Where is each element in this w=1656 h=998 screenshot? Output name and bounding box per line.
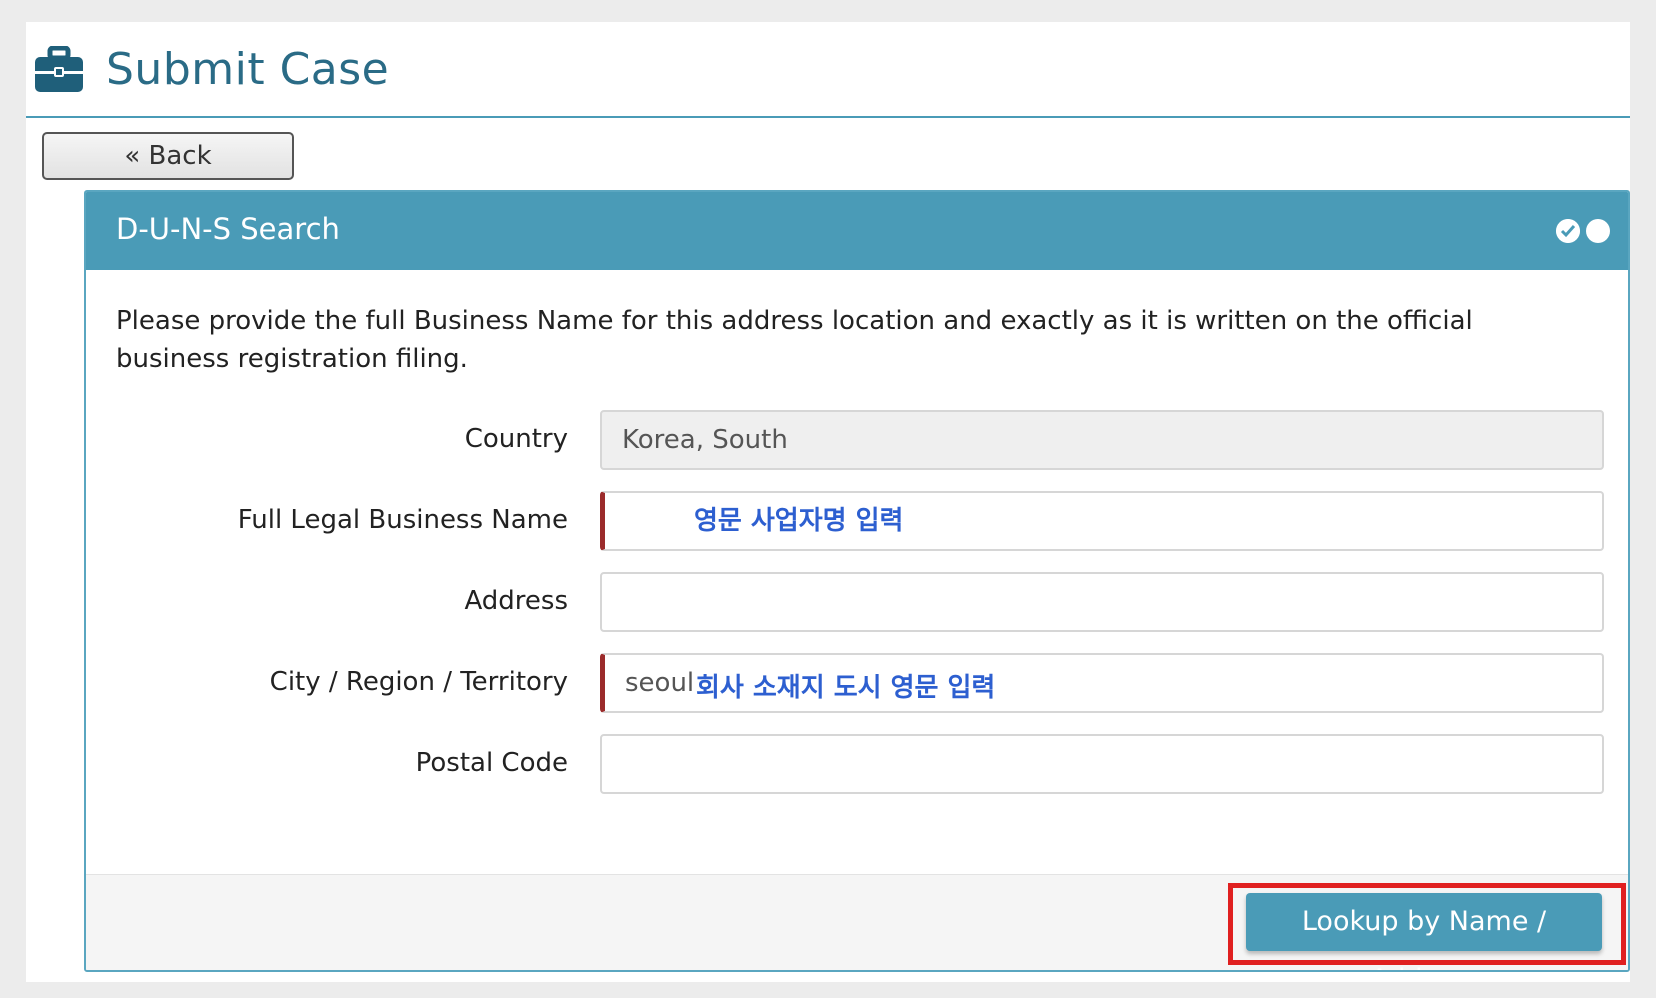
page-header: Submit Case [26,22,1630,118]
country-label: Country [464,424,568,454]
lookup-button[interactable]: Lookup by Name / Address [1246,893,1602,970]
back-button[interactable]: « Back [42,132,294,180]
address-label: Address [464,586,568,616]
panel-title: D-U-N-S Search [116,212,340,246]
country-field: Korea, South [600,410,1604,470]
page-title: Submit Case [106,44,390,95]
panel-header: D-U-N-S Search [86,192,1628,270]
panel-status-icons [1556,219,1612,243]
check-dot-icon [1556,219,1580,243]
postal-code-label: Postal Code [415,748,568,778]
postal-code-input[interactable] [600,734,1604,794]
panel-footer: Lookup by Name / Address [86,874,1628,970]
page: Submit Case « Back D-U-N-S Search Please… [26,22,1630,982]
business-name-label: Full Legal Business Name [237,505,568,535]
instructions-text: Please provide the full Business Name fo… [116,306,1473,374]
duns-search-panel: D-U-N-S Search Please provide the full B… [84,190,1630,972]
address-input[interactable] [600,572,1604,632]
city-label: City / Region / Territory [269,667,568,697]
dot-icon [1586,219,1610,243]
business-name-annotation: 영문 사업자명 입력 [694,506,904,536]
briefcase-icon [35,46,83,92]
city-annotation: 회사 소재지 도시 영문 입력 [696,673,996,703]
